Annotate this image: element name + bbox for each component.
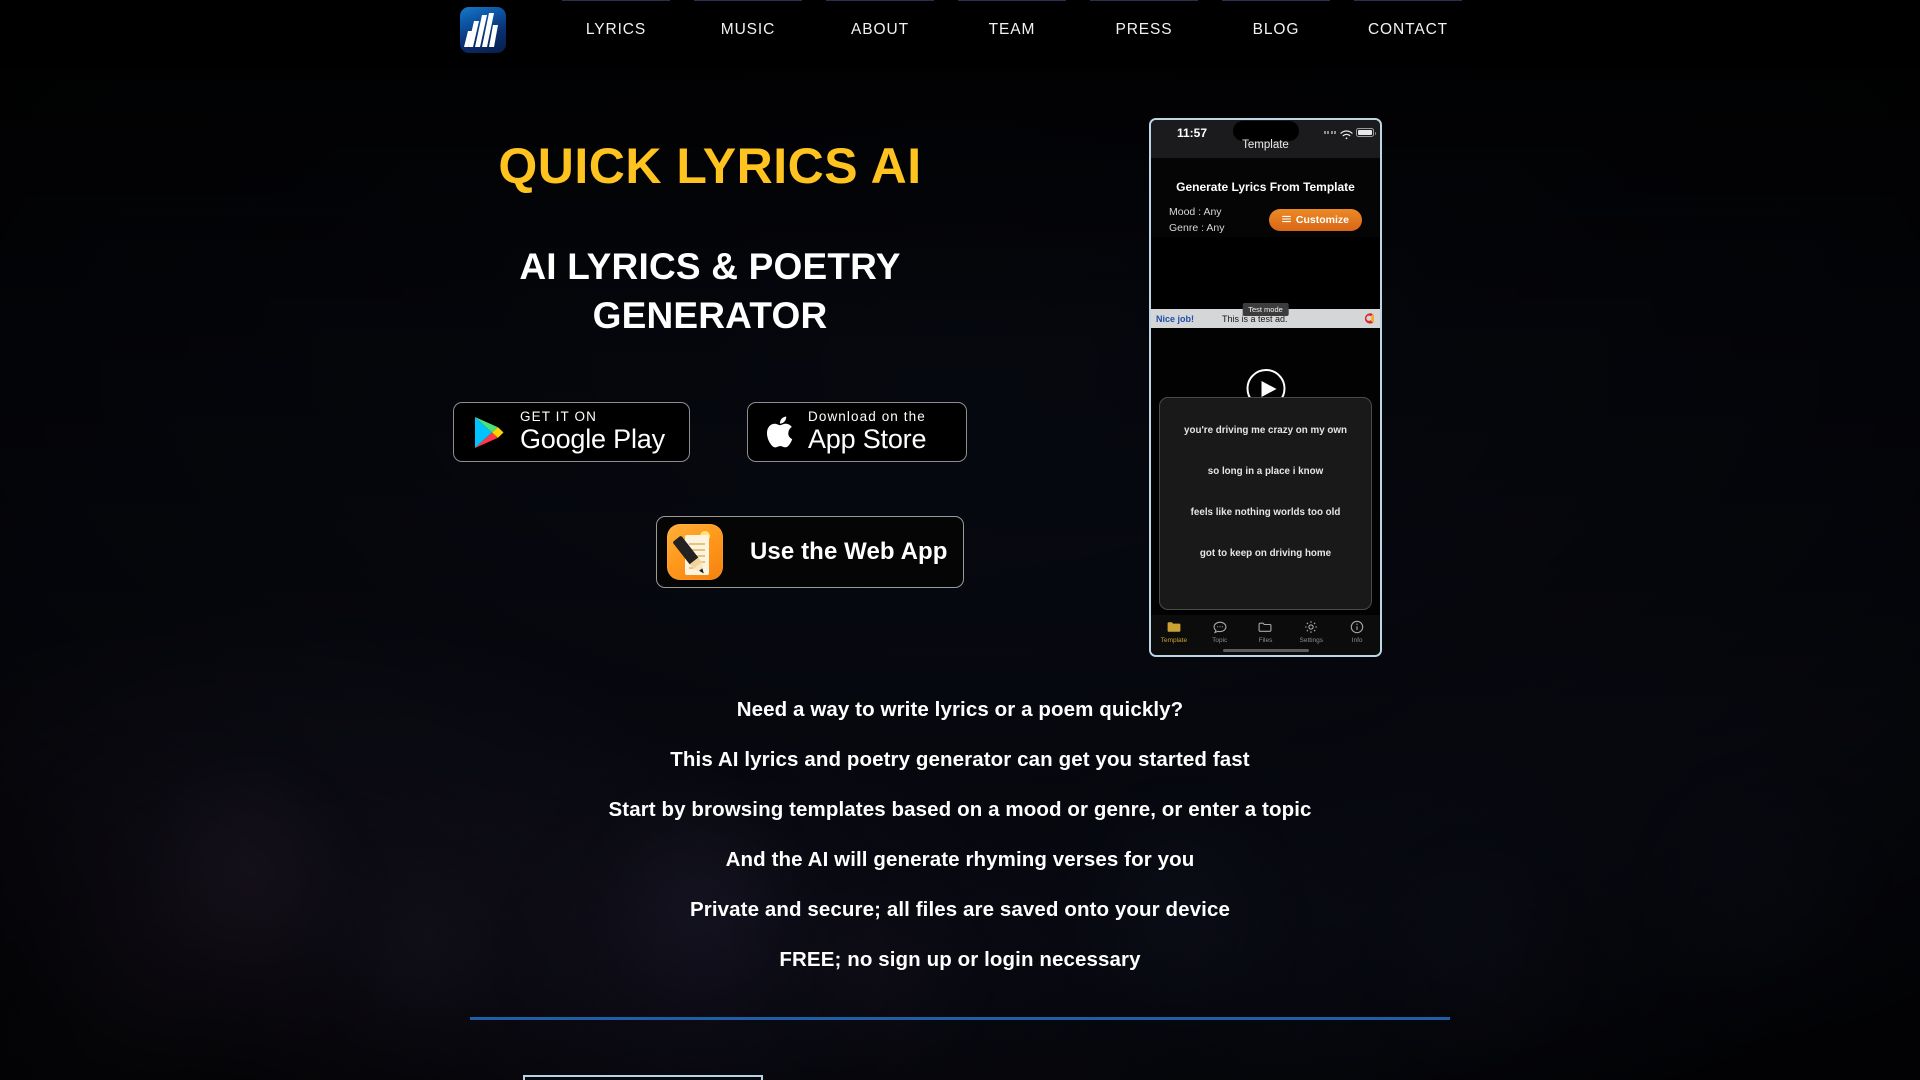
nav-item-team[interactable]: TEAM [958,0,1066,39]
site-logo[interactable] [460,7,506,53]
phone-nav-title: Template [1242,139,1289,151]
google-play-label: GET IT ON Google Play [520,408,665,455]
admob-logo-icon [1362,312,1375,325]
bottom-panel-partial[interactable] [523,1075,763,1080]
genre-value: Genre : Any [1169,222,1225,235]
ad-good-label: Nice job! [1156,313,1195,324]
use-web-app-button[interactable]: Use the Web App [656,516,964,588]
nav-label: ABOUT [851,21,909,38]
nav-label: TEAM [988,21,1036,38]
section-divider [470,1017,1450,1020]
phone-player-area: you're driving me crazy on my own so lon… [1151,328,1380,615]
tab-label: Settings [1299,637,1324,644]
home-indicator [1222,649,1309,652]
nav-label: MUSIC [720,21,776,38]
tab-label: Topic [1212,637,1228,644]
copy-line: Need a way to write lyrics or a poem qui… [736,698,1184,721]
info-circle-icon [1334,619,1380,635]
page-root: LYRICS MUSIC ABOUT TEAM PRESS BLOG CONTA… [0,0,1920,1080]
nav-label: CONTACT [1367,21,1449,38]
phone-screen-body: Generate Lyrics From Template Mood : Any… [1151,158,1380,237]
customize-label: Customize [1295,214,1349,227]
phone-notch [1232,121,1299,141]
tab-label: Files [1258,637,1273,644]
page-subtitle-line1: AI LYRICS & POETRY [519,246,901,287]
generate-card-meta: Mood : Any Genre : Any Customize [1151,194,1380,237]
nav-wrapper: LYRICS MUSIC ABOUT TEAM PRESS BLOG CONTA… [460,0,1474,68]
use-web-app-label: Use the Web App [750,538,948,565]
lyric-line: so long in a place i know [1207,466,1324,477]
app-store-big-label: App Store [808,424,927,455]
lyric-line: got to keep on driving home [1199,548,1332,559]
store-badges: GET IT ON Google Play Download on the Ap… [400,402,1020,462]
phone-mockup: 11:57 Template Generate Lyrics From Temp… [1149,118,1382,657]
page-title: QUICK LYRICS AI [498,138,922,194]
status-time: 11:57 [1177,126,1208,140]
feature-copy-block: Need a way to write lyrics or a poem qui… [260,698,1660,972]
phone-tab-bar: Template Topic Files Settings Info [1151,615,1380,655]
lyric-line: you're driving me crazy on my own [1184,425,1347,436]
lyric-line: feels like nothing worlds too old [1190,507,1341,518]
signal-dots-icon [1323,131,1336,134]
chat-bubble-icon [1197,619,1243,635]
equalizer-bars-logo-icon [464,13,498,47]
sliders-icon [1281,214,1291,226]
google-play-small-label: GET IT ON [520,408,597,424]
ad-test-mode-tooltip: Test mode [1242,303,1289,316]
phone-status-bar: 11:57 Template [1151,120,1380,158]
nav-label: PRESS [1115,21,1173,38]
nav-item-contact[interactable]: CONTACT [1354,0,1462,39]
mood-genre-group: Mood : Any Genre : Any [1169,204,1224,237]
tab-info[interactable]: Info [1334,619,1380,655]
nav-item-lyrics[interactable]: LYRICS [562,0,670,39]
mood-value: Mood : Any [1169,206,1222,218]
nav-label: LYRICS [585,21,647,38]
tab-label: Template [1160,637,1188,644]
lyrics-card: you're driving me crazy on my own so lon… [1159,397,1372,610]
battery-icon [1356,128,1376,137]
generate-card-title: Generate Lyrics From Template [1176,180,1355,194]
copy-line: Start by browsing templates based on a m… [608,798,1312,821]
page-subtitle-line2: GENERATOR [592,294,828,336]
apple-logo-icon [764,415,798,449]
page-subtitle: AI LYRICS & POETRY GENERATOR [400,243,1020,341]
nav-item-press[interactable]: PRESS [1090,0,1198,39]
google-play-icon [470,416,508,449]
google-play-big-label: Google Play [520,424,665,455]
folder-filled-icon [1151,619,1197,635]
copy-line: And the AI will generate rhyming verses … [725,848,1195,871]
app-store-button[interactable]: Download on the App Store [747,402,967,462]
nav-label: BLOG [1252,21,1300,38]
nav-item-music[interactable]: MUSIC [694,0,802,39]
copy-line: Private and secure; all files are saved … [690,898,1230,921]
gear-icon [1288,619,1334,635]
nav-item-blog[interactable]: BLOG [1222,0,1330,39]
customize-button[interactable]: Customize [1268,209,1362,232]
notepad-pencil-icon [667,524,723,580]
main-nav: LYRICS MUSIC ABOUT TEAM PRESS BLOG CONTA… [550,0,1474,68]
google-play-button[interactable]: GET IT ON Google Play [453,402,690,462]
app-store-small-label: Download on the [808,408,926,424]
tab-template[interactable]: Template [1151,619,1197,655]
folder-outline-icon [1243,619,1289,635]
ad-banner[interactable]: Nice job! This is a test ad. Test mode [1151,303,1380,328]
tab-label: Info [1351,637,1363,644]
nav-item-about[interactable]: ABOUT [826,0,934,39]
copy-line: FREE; no sign up or login necessary [779,948,1141,971]
copy-line: This AI lyrics and poetry generator can … [670,748,1250,771]
site-header: LYRICS MUSIC ABOUT TEAM PRESS BLOG CONTA… [0,0,1920,68]
app-store-label: Download on the App Store [808,408,927,455]
